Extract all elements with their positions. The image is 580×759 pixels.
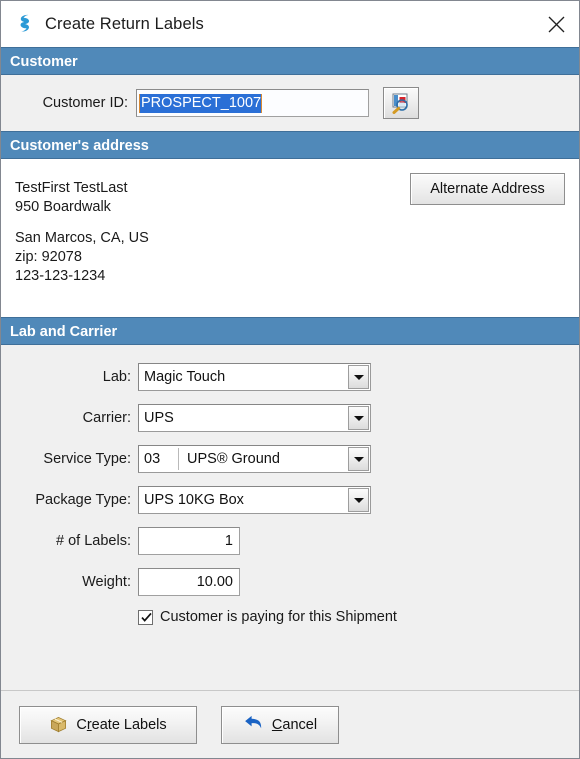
- create-labels-button[interactable]: Create Labels: [19, 705, 197, 744]
- customer-id-input[interactable]: PROSPECT_1007: [136, 89, 369, 117]
- chevron-down-icon[interactable]: [348, 365, 369, 389]
- window-title: Create Return Labels: [45, 14, 204, 33]
- row-package-type: Package Type: UPS 10KG Box: [1, 486, 579, 514]
- number-of-labels-input[interactable]: 1: [138, 527, 240, 555]
- address-spacer: [15, 217, 579, 229]
- customer-paying-label: Customer is paying for this Shipment: [160, 609, 397, 625]
- section-header-lab-carrier: Lab and Carrier: [1, 317, 579, 345]
- app-logo-icon: [20, 14, 30, 32]
- lab-label: Lab:: [102, 369, 131, 385]
- service-type-label: Service Type:: [43, 451, 131, 467]
- customer-lookup-button[interactable]: [383, 87, 419, 119]
- cancel-button[interactable]: Cancel: [221, 705, 339, 744]
- title-bar: Create Return Labels: [1, 1, 579, 47]
- section-header-address: Customer's address: [1, 131, 579, 159]
- chevron-down-icon[interactable]: [348, 488, 369, 512]
- package-type-label: Package Type:: [35, 492, 131, 508]
- lab-value: Magic Touch: [144, 369, 226, 385]
- number-of-labels-label: # of Labels:: [56, 533, 131, 549]
- carrier-value: UPS: [144, 410, 174, 426]
- section-header-customer: Customer: [1, 47, 579, 75]
- chevron-down-icon[interactable]: [348, 406, 369, 430]
- row-carrier: Carrier: UPS: [1, 404, 579, 432]
- package-type-value: UPS 10KG Box: [144, 492, 244, 508]
- undo-arrow-icon: [243, 715, 264, 734]
- dialog-button-bar: Create Labels Cancel: [1, 690, 579, 758]
- weight-label: Weight:: [82, 574, 131, 590]
- carrier-select[interactable]: UPS: [138, 404, 371, 432]
- chevron-down-icon[interactable]: [348, 447, 369, 471]
- row-customer-paying: Customer is paying for this Shipment: [1, 609, 579, 625]
- lab-carrier-section-body: Lab: Magic Touch Carrier: UPS Service Ty…: [1, 345, 579, 690]
- row-number-of-labels: # of Labels: 1: [1, 527, 579, 555]
- carrier-label: Carrier:: [82, 410, 131, 426]
- customer-id-label: Customer ID:: [42, 95, 128, 111]
- service-type-select[interactable]: 03 UPS® Ground: [138, 445, 371, 473]
- address-zip: zip: 92078: [15, 249, 82, 265]
- customer-paying-checkbox[interactable]: [138, 609, 153, 625]
- service-type-code: 03: [139, 448, 179, 470]
- customer-lookup-icon: [392, 93, 408, 114]
- customer-section-body: Customer ID: PROSPECT_1007: [1, 75, 579, 131]
- lab-select[interactable]: Magic Touch: [138, 363, 371, 391]
- address-phone: 123-123-1234: [15, 268, 106, 284]
- package-box-icon: [49, 715, 68, 734]
- row-lab: Lab: Magic Touch: [1, 363, 579, 391]
- customer-id-value: PROSPECT_1007: [140, 93, 262, 113]
- package-type-select[interactable]: UPS 10KG Box: [138, 486, 371, 514]
- cancel-label: Cancel: [271, 716, 318, 733]
- address-city-state: San Marcos, CA, US: [15, 230, 149, 246]
- create-return-labels-dialog: Create Return Labels Customer Customer I…: [0, 0, 580, 759]
- address-section-body: TestFirst TestLast 950 Boardwalk San Mar…: [1, 159, 579, 317]
- row-weight: Weight: 10.00: [1, 568, 579, 596]
- weight-input[interactable]: 10.00: [138, 568, 240, 596]
- create-labels-label: Create Labels: [76, 716, 167, 733]
- alternate-address-button[interactable]: Alternate Address: [410, 173, 565, 205]
- row-service-type: Service Type: 03 UPS® Ground: [1, 445, 579, 473]
- close-icon[interactable]: [533, 1, 579, 47]
- close-x-glyph: [548, 16, 564, 32]
- service-type-value: UPS® Ground: [187, 451, 280, 467]
- checkmark-icon: [141, 612, 152, 622]
